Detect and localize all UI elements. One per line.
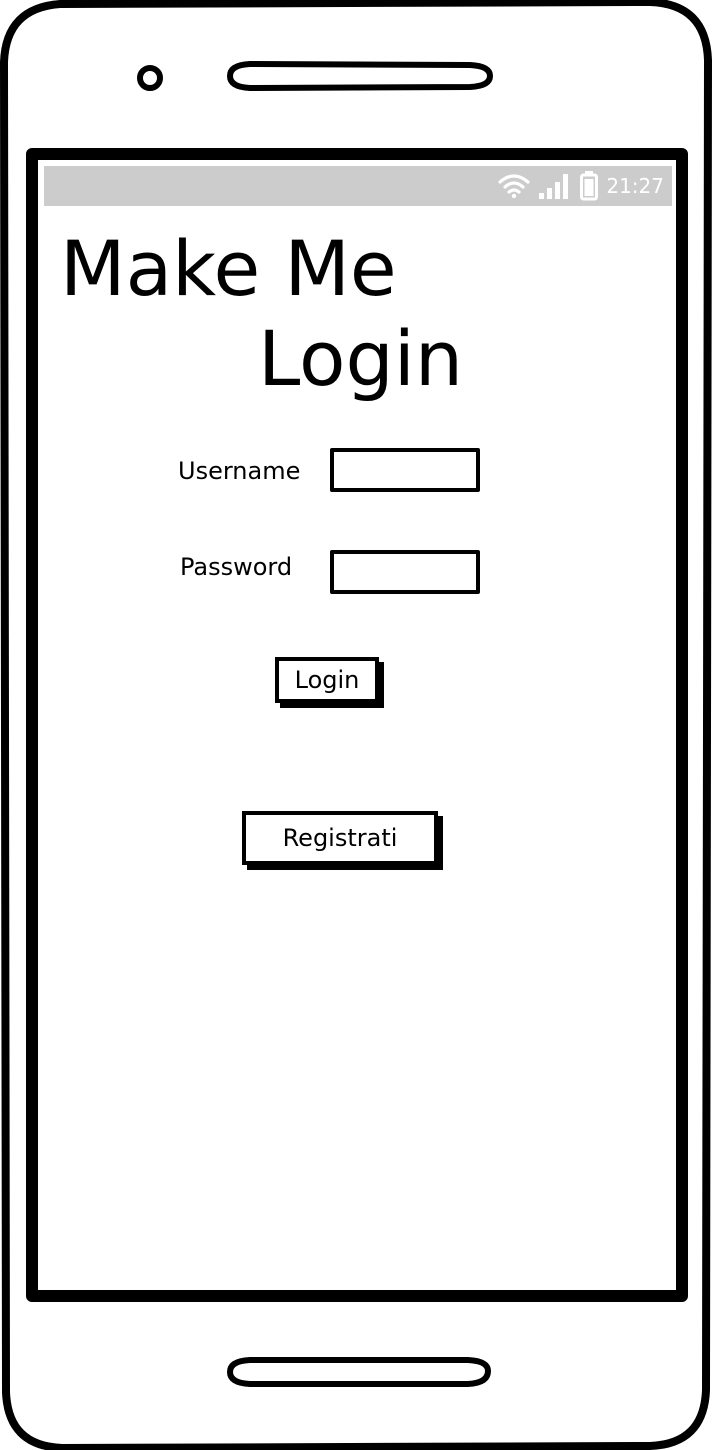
wifi-icon — [498, 173, 530, 199]
speaker-grille — [226, 60, 494, 92]
password-label: Password — [180, 553, 293, 581]
status-time: 21:27 — [606, 174, 664, 198]
app-title-line2: Login — [258, 314, 464, 403]
phone-screen: 21:27 Make Me Login Username Password Lo… — [44, 166, 672, 1288]
username-input[interactable] — [330, 448, 480, 492]
battery-icon — [580, 171, 599, 201]
signal-icon — [538, 172, 572, 200]
username-label: Username — [178, 457, 301, 485]
app-title-line1: Make Me — [60, 224, 397, 313]
status-bar: 21:27 — [44, 166, 672, 206]
home-button[interactable] — [226, 1357, 492, 1387]
camera-icon — [137, 65, 163, 91]
register-button[interactable]: Registrati — [242, 811, 438, 865]
status-icons: 21:27 — [498, 171, 664, 201]
password-input[interactable] — [330, 550, 480, 594]
login-button[interactable]: Login — [275, 657, 379, 703]
